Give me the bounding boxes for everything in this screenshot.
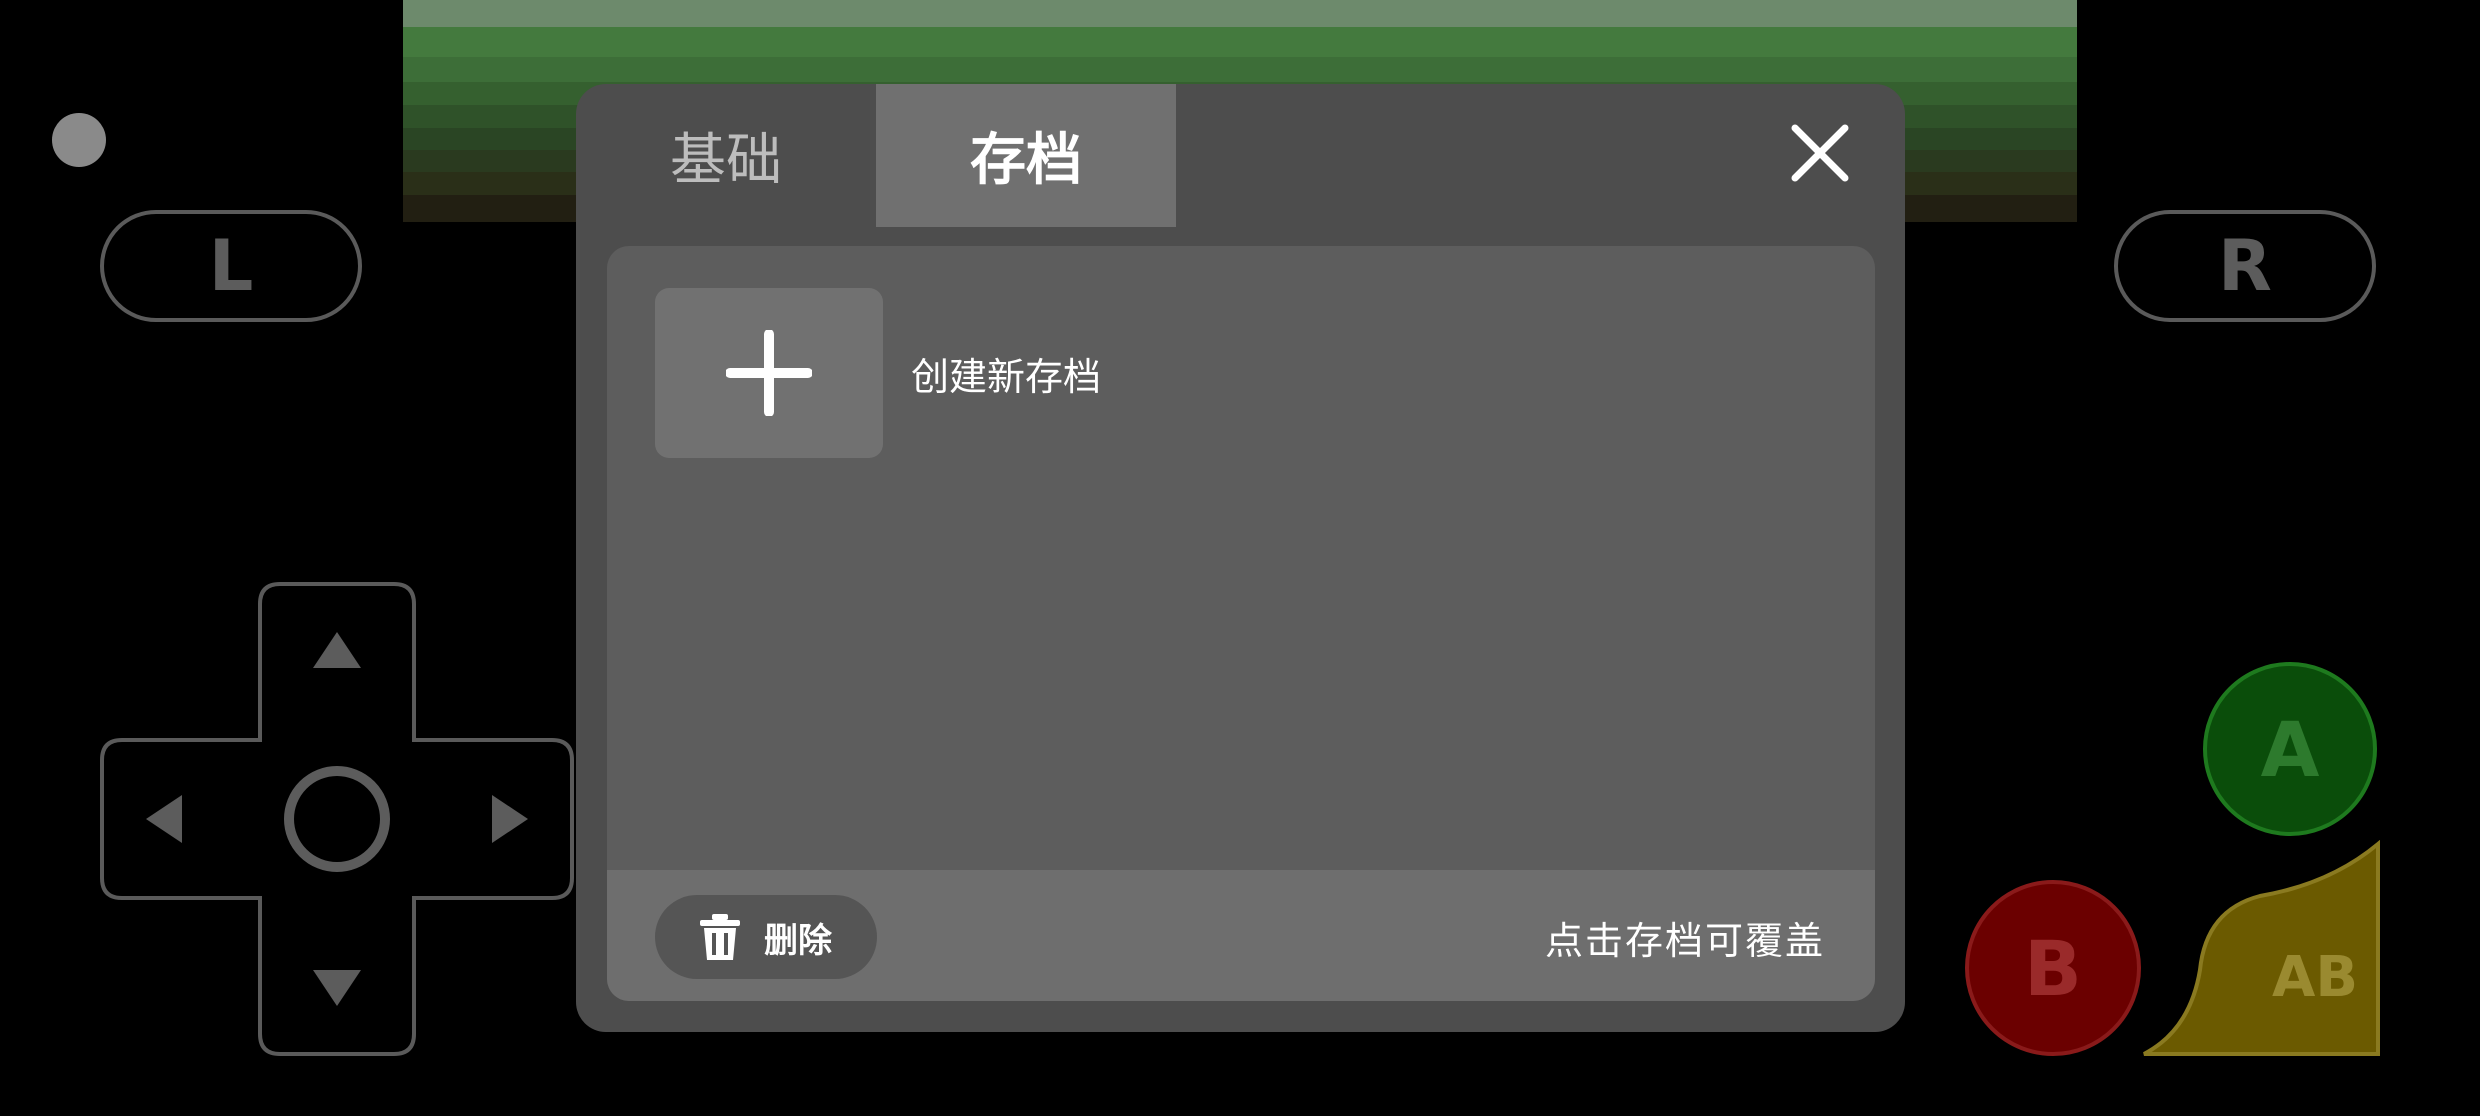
r-shoulder-button[interactable]: R [2114,210,2376,322]
save-panel: 创建新存档 删除 点击存档可覆盖 [607,246,1875,1001]
plus-icon [726,330,812,416]
save-dialog: 基础 存档 创建新存档 删除 点击存档可覆盖 [576,84,1905,1032]
delete-button[interactable]: 删除 [655,895,877,979]
panel-footer: 删除 点击存档可覆盖 [607,870,1875,1001]
new-save-button[interactable] [655,288,883,458]
new-save-item[interactable]: 创建新存档 [655,288,1101,458]
r-shoulder-label: R [2218,225,2272,307]
dpad[interactable] [100,582,574,1056]
l-shoulder-button[interactable]: L [100,210,362,322]
ab-button-label: AB [2271,945,2359,1010]
a-button-label: A [2260,704,2320,794]
tab-save[interactable]: 存档 [876,84,1176,227]
tab-basic[interactable]: 基础 [576,84,876,227]
b-button[interactable]: B [1965,880,2141,1056]
trash-icon [700,914,740,960]
close-icon[interactable] [1789,122,1851,184]
b-button-label: B [2024,923,2082,1013]
overwrite-hint: 点击存档可覆盖 [1544,919,1825,963]
ab-button[interactable]: AB [2140,840,2380,1060]
l-shoulder-label: L [208,225,254,307]
delete-label: 删除 [764,920,832,961]
emulator-screen: L R A B AB 基础 存档 创建新存档 删除 点击存档可覆盖 [0,0,2480,1116]
tab-bar: 基础 存档 [576,84,1905,227]
new-save-label: 创建新存档 [911,354,1102,399]
menu-dot-button[interactable] [52,113,106,167]
a-button[interactable]: A [2203,662,2377,836]
